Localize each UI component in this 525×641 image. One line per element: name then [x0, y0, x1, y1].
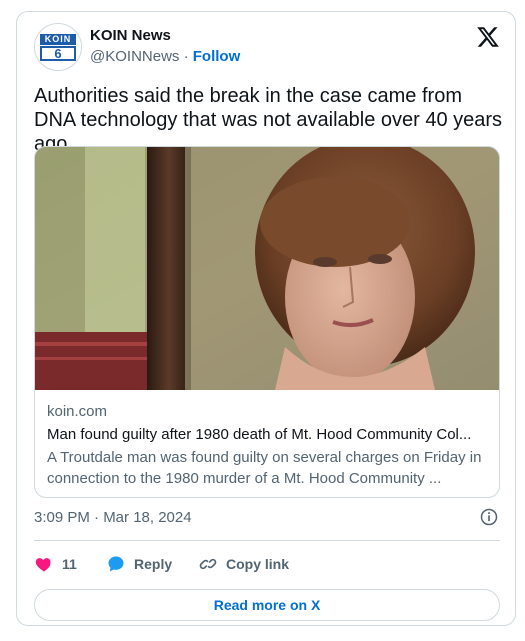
reply-button[interactable]: Reply [106, 546, 172, 582]
tweet-timestamp[interactable]: 3:09 PM · Mar 18, 2024 [34, 508, 192, 528]
account-name[interactable]: KOIN News [90, 26, 171, 46]
avatar[interactable]: KOIN 6 [34, 23, 82, 71]
like-count: 11 [62, 556, 77, 572]
link-preview-info[interactable]: koin.com Man found guilty after 1980 dea… [47, 402, 489, 489]
avatar-logo-number: 6 [40, 46, 76, 61]
reply-bubble-icon [108, 556, 124, 572]
account-handle[interactable]: @KOINNews [90, 48, 179, 65]
link-description: A Troutdale man was found guilty on seve… [47, 449, 482, 487]
copy-link-button[interactable]: Copy link [198, 546, 289, 582]
tweet-header: KOIN 6 KOIN News @KOINNews · Follow [34, 23, 500, 71]
link-icon [199, 558, 217, 570]
follow-button[interactable]: Follow [193, 48, 241, 65]
link-title: Man found guilty after 1980 death of Mt.… [47, 426, 472, 443]
action-bar: 11 Reply Copy link [34, 546, 500, 582]
separator-dot: · [183, 48, 189, 65]
link-preview-image[interactable] [35, 147, 499, 390]
x-logo-icon[interactable] [476, 25, 500, 49]
reply-label: Reply [134, 556, 173, 572]
tweet-card: KOIN 6 KOIN News @KOINNews · Follow Auth… [16, 11, 516, 626]
info-icon[interactable] [479, 507, 499, 527]
link-preview-card[interactable]: koin.com Man found guilty after 1980 dea… [34, 146, 500, 498]
link-domain: koin.com [47, 403, 108, 420]
divider [34, 540, 500, 541]
like-button[interactable]: 11 [34, 546, 77, 582]
copy-link-label: Copy link [226, 556, 290, 572]
read-more-button[interactable]: Read more on X [34, 589, 500, 621]
account-handle-line: @KOINNews · Follow [90, 47, 240, 67]
heart-icon [35, 558, 51, 572]
avatar-logo-text: KOIN [40, 34, 76, 45]
